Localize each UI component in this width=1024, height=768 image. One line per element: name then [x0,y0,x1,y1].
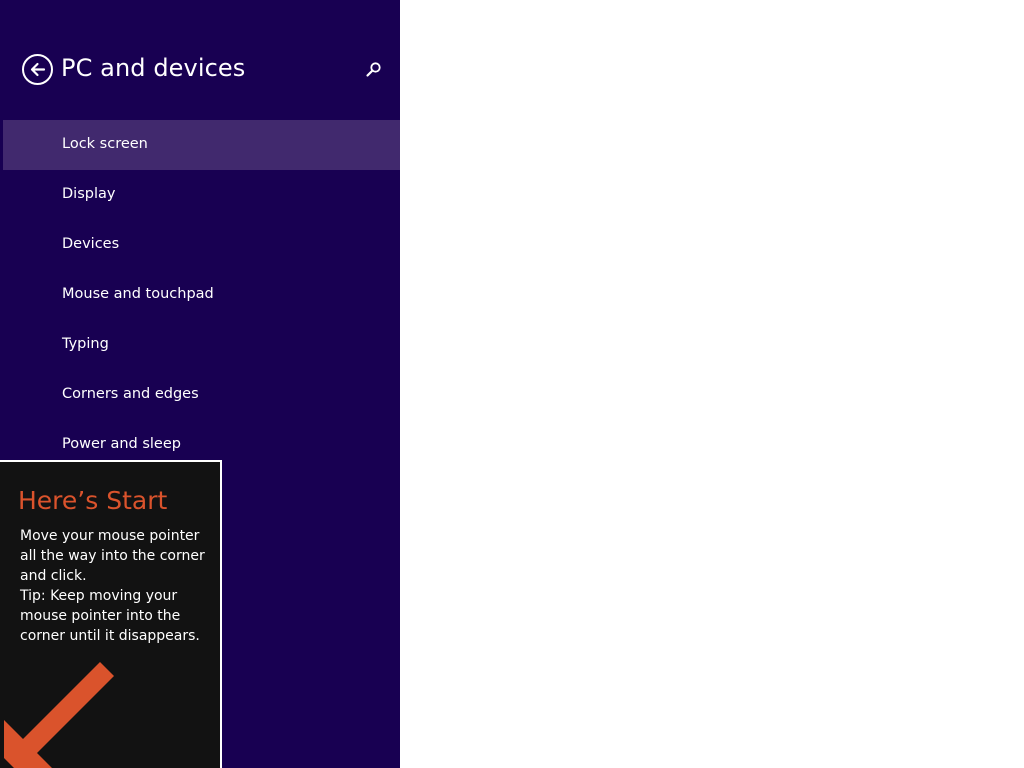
nav-item-typing[interactable]: Typing [3,320,400,370]
back-button[interactable] [22,54,53,85]
nav-item-display[interactable]: Display [3,170,400,220]
nav-item-label: Mouse and touchpad [62,286,214,302]
nav-item-devices[interactable]: Devices [3,220,400,270]
tip-instruction: Move your mouse pointer all the way into… [20,528,205,584]
nav-item-label: Display [62,186,116,202]
search-button[interactable] [364,60,384,80]
search-icon [366,62,381,77]
start-tip-panel: Here’s Start Move your mouse pointer all… [0,460,222,768]
tip-body: Move your mouse pointer all the way into… [20,526,210,646]
settings-nav: Lock screen Display Devices Mouse and to… [3,120,400,470]
sidebar-header: PC and devices [22,53,384,87]
nav-item-label: Corners and edges [62,386,199,402]
corner-arrow-icon [4,662,114,768]
nav-item-label: Power and sleep [62,436,181,452]
back-arrow-icon [30,62,46,77]
nav-item-label: Devices [62,236,120,252]
nav-item-corners-and-edges[interactable]: Corners and edges [3,370,400,420]
nav-item-lock-screen[interactable]: Lock screen [3,120,400,170]
screen: PC and devices Lock screen Display Devic… [0,0,1024,768]
page-title: PC and devices [61,54,246,82]
tip-hint: Tip: Keep moving your mouse pointer into… [20,588,200,644]
nav-item-mouse-and-touchpad[interactable]: Mouse and touchpad [3,270,400,320]
tip-title: Here’s Start [18,486,168,515]
nav-item-label: Lock screen [62,136,148,152]
nav-item-label: Typing [62,336,109,352]
